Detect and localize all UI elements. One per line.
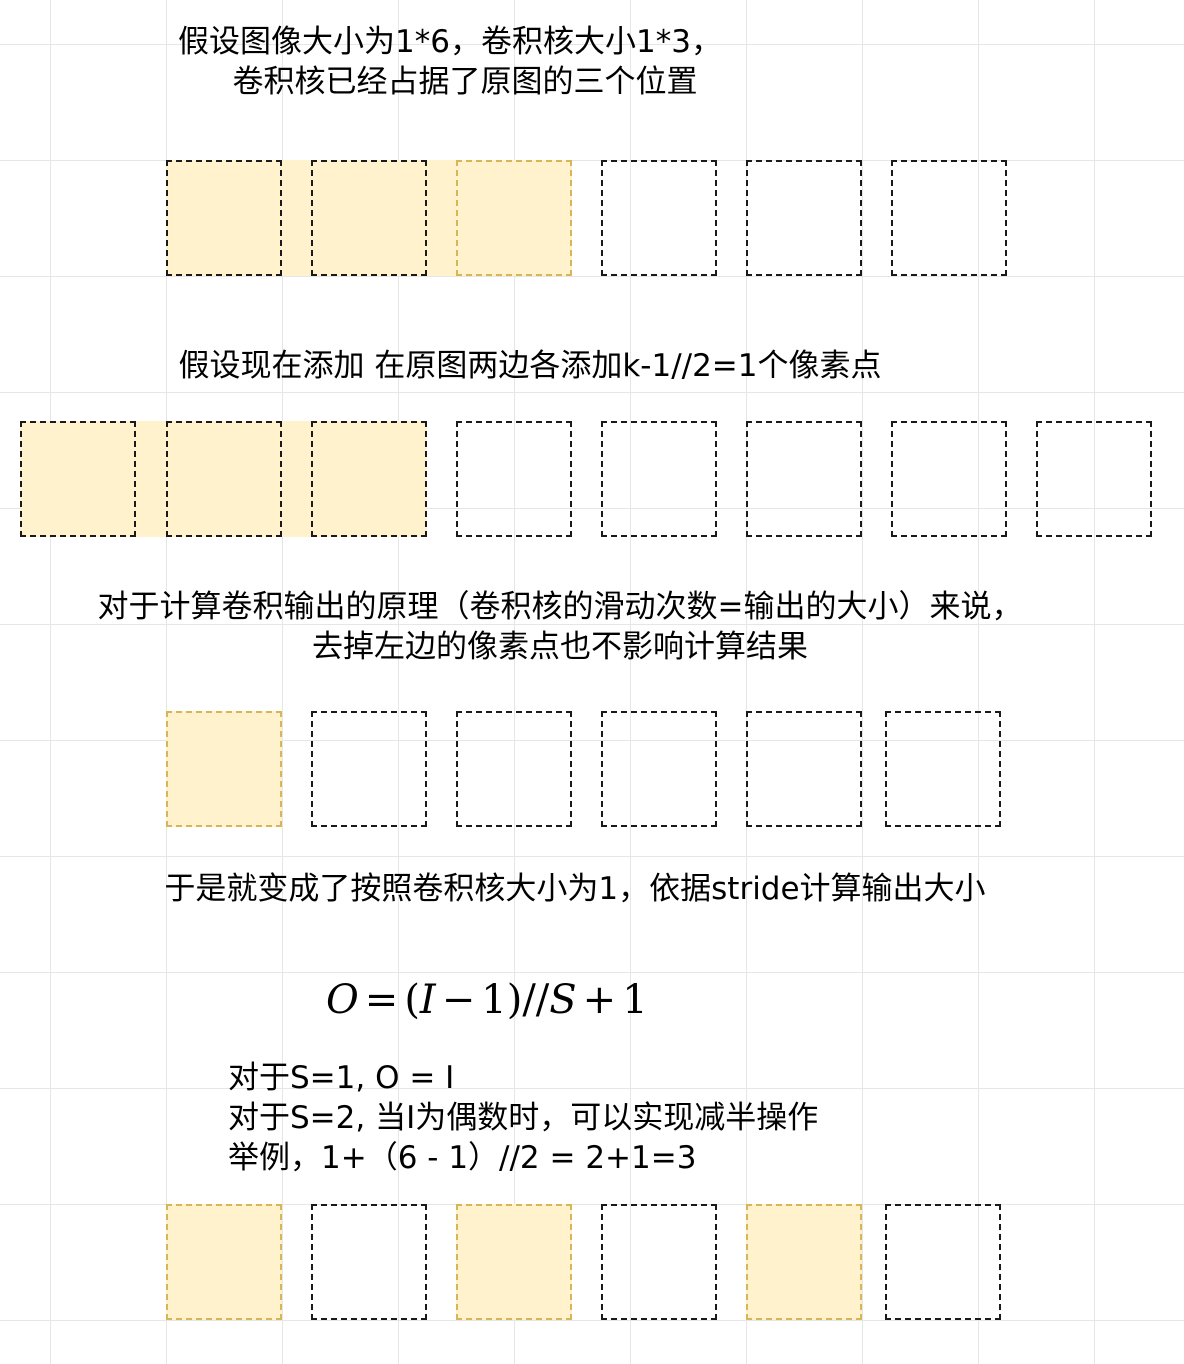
pixel-cell-2 (311, 711, 427, 827)
pixel-cell-3 (456, 421, 572, 537)
pixel-cell-2 (311, 1204, 427, 1320)
pixel-cell-3 (456, 1204, 572, 1320)
caption-padding: 假设现在添加 在原图两边各添加k-1//2=1个像素点 (178, 348, 882, 384)
formula-one: 1 (622, 977, 648, 1023)
formula-plus: + (582, 977, 617, 1023)
pixel-cell-2 (311, 160, 427, 276)
pixel-cell-1 (166, 711, 282, 827)
note-example: 举例，1+（6 - 1）//2 = 2+1=3 (228, 1140, 697, 1176)
pixel-cell-4 (601, 711, 717, 827)
pixel-cell-3 (456, 160, 572, 276)
caption-remove-left-pixel: 去掉左边的像素点也不影响计算结果 (312, 629, 808, 665)
formula-stride: S (549, 977, 577, 1023)
pixel-cell-4 (601, 1204, 717, 1320)
pixel-cell-5 (746, 711, 862, 827)
pixel-cell-3 (456, 711, 572, 827)
kernel-window-band (20, 421, 427, 537)
caption-image-and-kernel-size: 假设图像大小为1*6，卷积核大小1*3， (178, 24, 722, 60)
pixel-cell-2 (311, 421, 427, 537)
pixel-cell-4 (601, 160, 717, 276)
caption-sliding-count-principle: 对于计算卷积输出的原理（卷积核的滑动次数=输出的大小）来说， (97, 589, 1023, 625)
output-size-formula: O = (I −1)//S +1 (326, 975, 648, 1025)
pixel-cell-5 (746, 160, 862, 276)
formula-lparen: ( (404, 977, 420, 1023)
note-stride-one: 对于S=1, O = I (228, 1060, 455, 1096)
pixel-cell-1 (166, 421, 282, 537)
pixel-cell-5 (746, 1204, 862, 1320)
padding-cell-left (20, 421, 136, 537)
formula-one: 1 (481, 977, 507, 1023)
kernel-window-band (166, 160, 572, 276)
pixel-cell-6 (885, 1204, 1001, 1320)
caption-kernel-occupies-three: 卷积核已经占据了原图的三个位置 (232, 64, 698, 100)
formula-equals: = (364, 977, 399, 1023)
pixel-cell-6 (885, 711, 1001, 827)
caption-kernel-one-stride: 于是就变成了按照卷积核大小为1，依据stride计算输出大小 (164, 871, 986, 907)
pixel-cell-1 (166, 1204, 282, 1320)
formula-input: I (419, 977, 436, 1023)
formula-rparen: ) (506, 977, 523, 1023)
pixel-cell-5 (746, 421, 862, 537)
formula-floor-div: // (522, 977, 550, 1023)
pixel-cell-6 (891, 160, 1007, 276)
pixel-cell-6 (891, 421, 1007, 537)
pixel-cell-1 (166, 160, 282, 276)
padding-cell-right (1036, 421, 1152, 537)
formula-minus: − (441, 977, 476, 1023)
formula-output: O (326, 977, 359, 1023)
note-stride-two: 对于S=2, 当I为偶数时，可以实现减半操作 (228, 1100, 819, 1136)
pixel-cell-4 (601, 421, 717, 537)
